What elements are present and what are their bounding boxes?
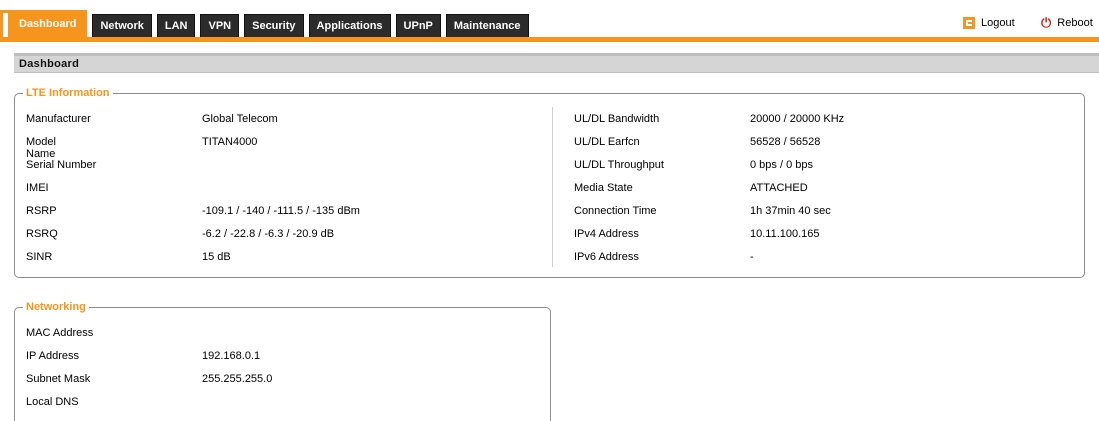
tab-upnp[interactable]: UPnP	[395, 14, 441, 38]
reboot-button[interactable]: ⏻ Reboot	[1041, 15, 1093, 30]
reboot-label: Reboot	[1057, 17, 1093, 29]
lte-value: 0 bps / 0 bps	[750, 159, 813, 171]
tab-dashboard[interactable]: Dashboard	[8, 10, 88, 38]
power-icon: ⏻	[1041, 15, 1052, 30]
lte-label: UL/DL Earfcn	[574, 136, 640, 148]
logout-button[interactable]: Logout	[963, 17, 1015, 29]
networking-legend: Networking	[23, 301, 89, 313]
lte-value: 56528 / 56528	[750, 136, 821, 148]
lte-label: IMEI	[26, 182, 49, 194]
lte-value: 10.11.100.165	[750, 228, 820, 240]
tab-network[interactable]: Network	[92, 14, 152, 38]
lte-value: Global Telecom	[202, 113, 278, 125]
tab-vpn[interactable]: VPN	[200, 14, 240, 38]
logout-icon	[963, 17, 975, 29]
net-label: Local DNS	[26, 396, 79, 408]
lte-information-panel: LTE Information	[14, 87, 1085, 278]
lte-label: Manufacturer	[26, 113, 91, 125]
lte-label: Serial Number	[26, 159, 97, 171]
net-label: MAC Address	[26, 327, 94, 339]
lte-legend: LTE Information	[23, 87, 113, 99]
column-divider	[552, 107, 553, 267]
lte-value: -	[750, 251, 754, 263]
networking-panel: Networking	[14, 301, 551, 421]
net-label: Subnet Mask	[26, 373, 91, 385]
lte-label: RSRQ	[26, 228, 58, 240]
tab-maintenance[interactable]: Maintenance	[445, 14, 529, 38]
lte-label: Media State	[574, 182, 633, 194]
page-title: Dashboard	[14, 56, 1099, 73]
lte-label: UL/DL Bandwidth	[574, 113, 660, 125]
net-label: IP Address	[26, 350, 79, 362]
lte-label: RSRP	[26, 205, 57, 217]
nav-accent-line	[0, 37, 1099, 42]
lte-value: 15 dB	[202, 251, 231, 263]
logout-label: Logout	[981, 17, 1015, 29]
tab-security[interactable]: Security	[244, 14, 304, 38]
lte-label: UL/DL Throughput	[574, 159, 664, 171]
lte-label: IPv4 Address	[574, 228, 639, 240]
lte-value: ATTACHED	[750, 182, 808, 194]
tab-lan[interactable]: LAN	[156, 14, 196, 38]
lte-value: 1h 37min 40 sec	[750, 205, 831, 217]
top-navigation: Dashboard Network LAN VPN Security Appli…	[0, 0, 1099, 42]
lte-value: -109.1 / -140 / -111.5 / -135 dBm	[202, 205, 360, 217]
net-value: 192.168.0.1	[202, 350, 261, 362]
lte-label: Model Name	[26, 136, 56, 160]
nav-tabs: Dashboard Network LAN VPN Security Appli…	[8, 10, 534, 38]
lte-value: -6.2 / -22.8 / -6.3 / -20.9 dB	[202, 228, 335, 240]
lte-value: TITAN4000	[202, 136, 258, 148]
lte-label: SINR	[26, 251, 53, 263]
lte-label: IPv6 Address	[574, 251, 639, 263]
tab-applications[interactable]: Applications	[308, 14, 391, 38]
lte-label: Connection Time	[574, 205, 657, 217]
lte-value: 20000 / 20000 KHz	[750, 113, 845, 125]
net-value: 255.255.255.0	[202, 373, 273, 385]
